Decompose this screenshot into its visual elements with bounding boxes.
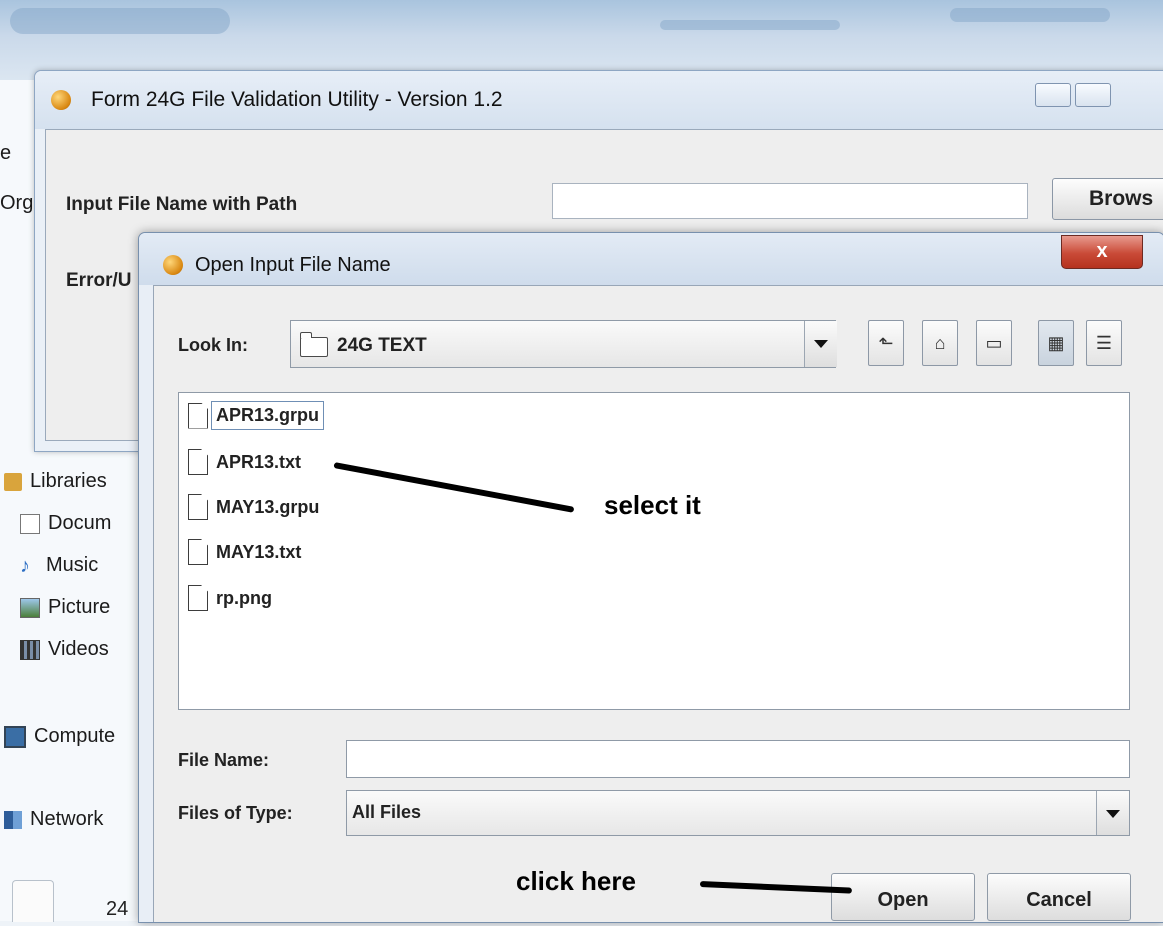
new-folder-button[interactable]: ▭ — [976, 320, 1012, 366]
file-icon — [188, 539, 208, 565]
maximize-button[interactable] — [1075, 83, 1111, 107]
files-of-type-value: All Files — [352, 802, 422, 822]
nav-item-music[interactable]: ♪ Music — [20, 554, 98, 577]
music-icon: ♪ — [20, 554, 30, 577]
file-list[interactable] — [178, 392, 1130, 710]
dialog-titlebar: Open Input File Name x — [139, 233, 1163, 285]
annotation-click-here: click here — [516, 866, 636, 896]
cancel-button[interactable]: Cancel — [987, 873, 1131, 921]
nav-item-network[interactable]: Network — [4, 808, 103, 831]
dialog-title: Open Input File Name — [195, 254, 391, 276]
app-logo-icon — [51, 90, 71, 110]
files-of-type-dropdown-arrow[interactable] — [1096, 791, 1129, 835]
folder-icon — [299, 332, 328, 357]
input-file-path-field[interactable] — [552, 183, 1028, 219]
home-button[interactable]: ⌂ — [922, 320, 958, 366]
file-thumbnail-icon — [12, 880, 54, 922]
input-file-label: Input File Name with Path — [66, 194, 298, 215]
up-one-level-button[interactable]: ⬑ — [868, 320, 904, 366]
file-name-label: File Name: — [178, 750, 270, 770]
explorer-file-label: 24 — [106, 898, 129, 920]
look-in-label: Look In: — [178, 335, 248, 355]
list-view-button[interactable]: ▦ — [1038, 320, 1074, 366]
file-icon — [188, 449, 208, 475]
explorer-partial-label: Org — [0, 192, 34, 214]
network-icon — [4, 810, 22, 829]
desktop-background — [0, 0, 1163, 80]
files-of-type-label: Files of Type: — [178, 803, 293, 823]
minimize-button[interactable] — [1035, 83, 1071, 107]
look-in-value: 24G TEXT — [337, 335, 427, 356]
close-button[interactable]: x — [1061, 235, 1143, 269]
file-item[interactable]: rp.png — [188, 585, 272, 611]
app-logo-icon — [163, 255, 183, 275]
file-icon — [188, 402, 208, 429]
files-of-type-dropdown[interactable] — [346, 790, 1130, 836]
computer-icon — [4, 725, 26, 748]
nav-item-documents[interactable]: Docum — [20, 512, 111, 535]
file-name-input[interactable] — [346, 740, 1130, 778]
blurred-shape — [660, 20, 840, 30]
video-icon — [20, 639, 40, 660]
browse-button[interactable]: Brows — [1052, 178, 1163, 220]
nav-item-videos[interactable]: Videos — [20, 638, 109, 661]
home-icon: ⌂ — [934, 333, 946, 353]
file-item[interactable]: APR13.grpu — [188, 401, 325, 430]
details-view-button[interactable]: ☰ — [1086, 320, 1122, 366]
error-label: Error/U — [66, 270, 132, 291]
window-titlebar: Form 24G File Validation Utility - Versi… — [35, 71, 1163, 129]
picture-icon — [20, 597, 40, 618]
file-icon — [188, 585, 208, 611]
new-folder-icon: ▭ — [985, 333, 1003, 353]
document-icon — [20, 513, 40, 534]
look-in-dropdown-arrow[interactable] — [804, 321, 837, 367]
library-icon — [4, 472, 22, 491]
blurred-shape — [10, 8, 230, 34]
nav-item-computer[interactable]: Compute — [4, 725, 115, 748]
window-title: Form 24G File Validation Utility - Versi… — [91, 88, 503, 111]
nav-item-pictures[interactable]: Picture — [20, 596, 110, 619]
file-icon — [188, 494, 208, 520]
up-folder-icon: ⬑ — [878, 333, 894, 353]
list-view-icon: ▦ — [1047, 333, 1065, 353]
details-view-icon: ☰ — [1095, 333, 1113, 353]
file-item[interactable]: MAY13.grpu — [188, 494, 319, 520]
file-item[interactable]: APR13.txt — [188, 449, 301, 475]
annotation-select-it: select it — [604, 490, 701, 520]
open-button[interactable]: Open — [831, 873, 975, 921]
explorer-partial-label: e — [0, 142, 12, 164]
blurred-shape — [950, 8, 1110, 22]
file-item[interactable]: MAY13.txt — [188, 539, 301, 565]
nav-item-libraries[interactable]: Libraries — [4, 470, 107, 493]
